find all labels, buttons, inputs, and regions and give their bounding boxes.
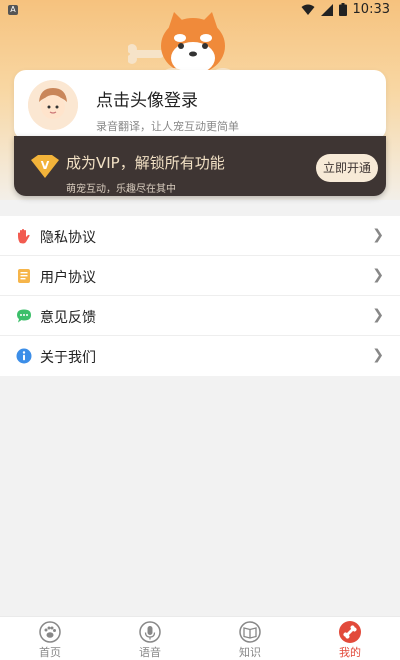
chat-icon <box>17 309 31 323</box>
vip-subtitle: 萌宠互动，乐趣尽在其中 <box>66 184 176 195</box>
vip-title: 成为VIP，解锁所有功能 <box>66 154 225 172</box>
login-title[interactable]: 点击头像登录 <box>96 86 198 111</box>
tab-label: 我的 <box>339 646 361 659</box>
settings-menu: 隐私协议 ❯ 用户协议 ❯ 意见反馈 ❯ 关于我们 ❯ <box>0 216 400 376</box>
status-icons: 10:33 <box>301 2 390 17</box>
menu-item-about[interactable]: 关于我们 ❯ <box>0 336 400 376</box>
vip-card[interactable]: V 成为VIP，解锁所有功能 萌宠互动，乐趣尽在其中 立即开通 <box>14 136 386 196</box>
tab-voice[interactable]: 语音 <box>100 617 200 660</box>
tab-mine[interactable]: 我的 <box>300 617 400 660</box>
menu-label: 用户协议 <box>40 270 96 286</box>
chevron-right-icon: ❯ <box>372 227 384 243</box>
wifi-icon <box>301 4 315 15</box>
avatar[interactable] <box>28 80 78 130</box>
menu-label: 隐私协议 <box>40 230 96 246</box>
tab-label: 知识 <box>239 646 261 659</box>
tab-label: 语音 <box>139 646 161 659</box>
clock: 10:33 <box>352 2 390 17</box>
chevron-right-icon: ❯ <box>372 307 384 323</box>
tab-home[interactable]: 首页 <box>0 617 100 660</box>
chevron-right-icon: ❯ <box>372 347 384 363</box>
chevron-right-icon: ❯ <box>372 267 384 283</box>
menu-item-feedback[interactable]: 意见反馈 ❯ <box>0 296 400 336</box>
menu-item-privacy[interactable]: 隐私协议 ❯ <box>0 216 400 256</box>
menu-item-user-agreement[interactable]: 用户协议 ❯ <box>0 256 400 296</box>
bone-icon <box>339 621 361 643</box>
hand-icon <box>18 229 30 244</box>
tab-label: 首页 <box>39 646 61 659</box>
menu-label: 关于我们 <box>40 350 96 366</box>
bottom-tab-bar: 首页 语音 知识 我的 <box>0 616 400 660</box>
mic-icon <box>139 621 161 643</box>
signal-icon <box>320 3 333 16</box>
vip-badge-icon: V <box>31 155 59 178</box>
vip-activate-button[interactable]: 立即开通 <box>316 154 378 182</box>
document-icon <box>18 269 30 283</box>
info-icon <box>16 348 32 364</box>
battery-icon <box>338 3 347 16</box>
menu-label: 意见反馈 <box>40 310 96 326</box>
book-icon <box>239 621 261 643</box>
login-card[interactable]: 点击头像登录 录音翻译，让人宠互动更简单 <box>14 70 386 140</box>
tab-knowledge[interactable]: 知识 <box>200 617 300 660</box>
login-subtitle: 录音翻译，让人宠互动更简单 <box>96 120 239 133</box>
svg-text:V: V <box>41 159 50 172</box>
paw-icon <box>39 621 61 643</box>
app-notification-icon: A <box>8 5 18 15</box>
